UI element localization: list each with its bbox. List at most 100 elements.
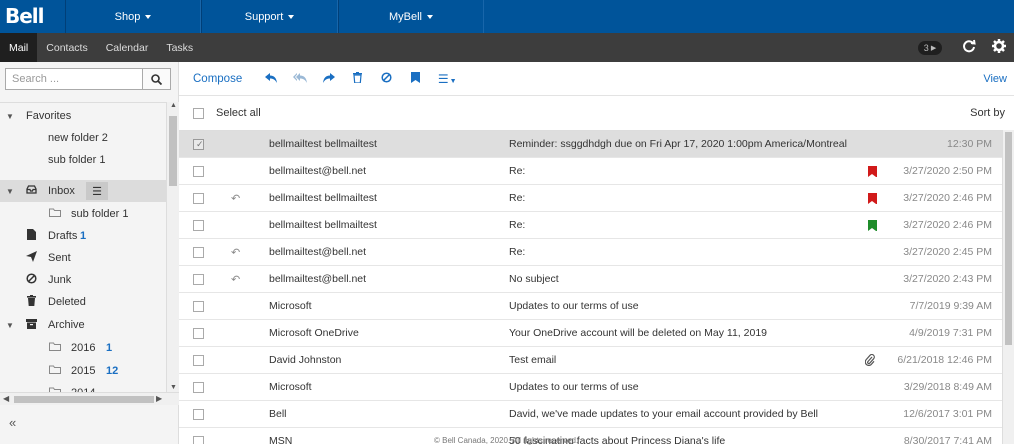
folder-sent[interactable]: Sent: [0, 247, 166, 269]
message-row[interactable]: bellmailtest bellmailtest Re: 3/27/2020 …: [179, 212, 1002, 239]
scroll-down-icon[interactable]: ▼: [170, 384, 177, 391]
compose-button[interactable]: Compose: [193, 73, 242, 85]
reply-icon[interactable]: [256, 72, 285, 86]
message-row[interactable]: Bell David, we've made updates to your e…: [179, 401, 1002, 428]
message-row[interactable]: Microsoft OneDrive Your OneDrive account…: [179, 320, 1002, 347]
flag-icon[interactable]: [868, 212, 877, 238]
folder-junk[interactable]: Junk: [0, 269, 166, 291]
folder-deleted[interactable]: Deleted: [0, 291, 166, 313]
checkbox[interactable]: [193, 192, 204, 204]
message-date: 3/27/2020 2:43 PM: [903, 273, 992, 285]
row-checkbox[interactable]: [193, 347, 204, 373]
nav-support[interactable]: Support: [201, 0, 338, 33]
refresh-icon[interactable]: [954, 39, 984, 57]
message-row[interactable]: ↶ bellmailtest@bell.net No subject 3/27/…: [179, 266, 1002, 293]
bell-logo[interactable]: Bell: [0, 0, 65, 33]
reply-all-icon[interactable]: [285, 72, 314, 86]
message-list-scrollbar[interactable]: [1002, 130, 1014, 444]
folder-inbox[interactable]: ▼ Inbox ☰: [0, 180, 166, 202]
folder-archive[interactable]: ▼ Archive: [0, 314, 166, 336]
forward-icon[interactable]: [314, 72, 343, 86]
folder-inbox-sub-folder-1[interactable]: sub folder 1: [0, 203, 166, 225]
search-button[interactable]: [143, 68, 171, 90]
row-checkbox[interactable]: [193, 158, 204, 184]
message-row[interactable]: Microsoft Updates to our terms of use 3/…: [179, 374, 1002, 401]
checkbox[interactable]: [193, 273, 204, 285]
scroll-thumb[interactable]: [14, 396, 154, 403]
junk-icon[interactable]: [372, 71, 401, 86]
nav-mybell[interactable]: MyBell: [338, 0, 484, 33]
gear-icon[interactable]: [984, 38, 1014, 57]
flag-icon[interactable]: [868, 158, 877, 184]
tab-tasks[interactable]: Tasks: [157, 33, 202, 62]
sort-by-button[interactable]: Sort by: [970, 107, 1005, 119]
nav-shop[interactable]: Shop: [65, 0, 201, 33]
folder-2015[interactable]: 2015 12: [0, 360, 166, 382]
drafts-icon: [24, 229, 38, 243]
checkbox[interactable]: [193, 327, 204, 339]
message-row[interactable]: ✓ bellmailtest bellmailtest Reminder: ss…: [179, 131, 1002, 158]
folder-drafts[interactable]: Drafts 1: [0, 225, 166, 247]
row-checkbox[interactable]: [193, 239, 204, 265]
checkbox[interactable]: [193, 165, 204, 177]
flag-icon[interactable]: [868, 185, 877, 211]
tab-contacts[interactable]: Contacts: [37, 33, 96, 62]
paperclip-icon: [865, 347, 875, 373]
checkbox[interactable]: [193, 300, 204, 312]
view-button[interactable]: View: [983, 73, 1007, 85]
row-checkbox[interactable]: [193, 185, 204, 211]
search-input[interactable]: [5, 68, 143, 90]
collapse-sidebar-icon[interactable]: «: [9, 415, 16, 430]
checkbox[interactable]: [193, 219, 204, 231]
expanded-triangle-icon[interactable]: ▼: [6, 321, 14, 330]
message-date: 3/29/2018 8:49 AM: [903, 381, 992, 393]
checkbox[interactable]: [193, 354, 204, 366]
tab-mail[interactable]: Mail: [0, 33, 38, 62]
folder-favorites[interactable]: ▼ Favorites: [0, 105, 166, 127]
folder-new-folder-2[interactable]: new folder 2: [0, 127, 166, 149]
row-checkbox[interactable]: [193, 428, 204, 444]
row-checkbox[interactable]: [193, 320, 204, 346]
checkbox[interactable]: [193, 408, 204, 420]
row-checkbox[interactable]: [193, 293, 204, 319]
expanded-triangle-icon[interactable]: ▼: [6, 187, 14, 196]
message-row[interactable]: bellmailtest@bell.net Re: 3/27/2020 2:50…: [179, 158, 1002, 185]
row-checkbox[interactable]: [193, 401, 204, 427]
flag-icon[interactable]: [401, 71, 430, 86]
row-checkbox[interactable]: [193, 212, 204, 238]
more-menu-icon[interactable]: ☰▼: [430, 72, 464, 86]
sidebar-horizontal-scrollbar[interactable]: ◀ ▶: [0, 392, 179, 405]
select-all-checkbox[interactable]: [193, 107, 204, 119]
row-checkbox[interactable]: ✓: [193, 131, 204, 157]
tab-calendar[interactable]: Calendar: [97, 33, 158, 62]
notification-counter[interactable]: 3 ▶: [918, 40, 942, 55]
row-checkbox[interactable]: [193, 266, 204, 292]
message-row[interactable]: Microsoft Updates to our terms of use 7/…: [179, 293, 1002, 320]
message-row[interactable]: David Johnston Test email 6/21/2018 12:4…: [179, 347, 1002, 374]
message-date: 8/30/2017 7:41 AM: [903, 435, 992, 444]
message-row[interactable]: ↶ bellmailtest bellmailtest Re: 3/27/202…: [179, 185, 1002, 212]
scroll-thumb[interactable]: [169, 116, 177, 186]
folder-menu-icon[interactable]: ☰: [86, 182, 108, 200]
scroll-right-icon[interactable]: ▶: [156, 394, 162, 403]
scroll-up-icon[interactable]: ▲: [170, 102, 177, 109]
message-row[interactable]: ↶ bellmailtest@bell.net Re: 3/27/2020 2:…: [179, 239, 1002, 266]
message-row[interactable]: MSN 50 fascinating facts about Princess …: [179, 428, 1002, 444]
expanded-triangle-icon[interactable]: ▼: [6, 112, 14, 121]
folder-favorite-sub-folder-1[interactable]: sub folder 1: [0, 149, 166, 171]
checkbox[interactable]: [193, 246, 204, 258]
folder-2014[interactable]: 2014: [0, 382, 166, 392]
scroll-left-icon[interactable]: ◀: [3, 394, 9, 403]
folder-2016[interactable]: 2016 1: [0, 337, 166, 359]
row-checkbox[interactable]: [193, 374, 204, 400]
select-all-label[interactable]: Select all: [216, 107, 261, 119]
mail-nav-bar: Mail Contacts Calendar Tasks 3 ▶: [0, 33, 1014, 62]
sidebar-vertical-scrollbar[interactable]: ▲ ▼: [166, 102, 179, 392]
delete-icon[interactable]: [343, 71, 372, 86]
checkbox[interactable]: [193, 435, 204, 444]
checkbox[interactable]: [193, 381, 204, 393]
scroll-thumb[interactable]: [1005, 132, 1012, 345]
folder-tree: ▼ Favorites new folder 2 sub folder 1 ▼ …: [0, 102, 166, 392]
checkbox[interactable]: ✓: [193, 138, 204, 150]
folder-label: Deleted: [48, 296, 86, 308]
